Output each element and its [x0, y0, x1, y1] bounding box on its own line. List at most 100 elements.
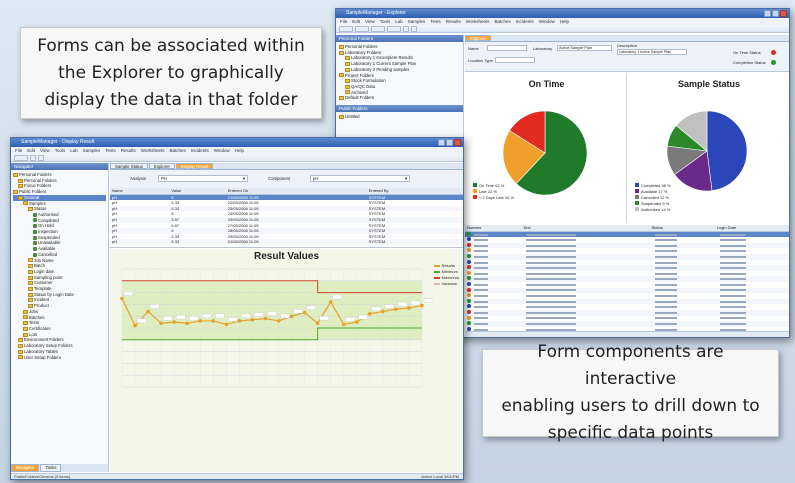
on-time-pie[interactable]: On Time 62 %Late 22 %< 2 Days Late 16 %: [467, 91, 627, 221]
cell-placeholder: [719, 278, 746, 281]
menu-item[interactable]: Incidents: [516, 18, 534, 25]
data-label: [358, 314, 368, 320]
data-point[interactable]: [159, 321, 163, 326]
tree-item-label: Laboratory Setup Folders: [24, 343, 73, 349]
data-point[interactable]: [302, 310, 307, 315]
data-point[interactable]: [407, 306, 411, 310]
data-point[interactable]: [250, 317, 255, 322]
component-select[interactable]: pH ▼: [310, 175, 410, 182]
menu-item[interactable]: View: [40, 147, 50, 154]
data-point[interactable]: [315, 321, 320, 326]
toolbar-button[interactable]: [38, 155, 44, 161]
tree-item-label: Batches: [29, 314, 45, 320]
toolbar-button[interactable]: [371, 26, 385, 32]
sample-status-chart[interactable]: Sample Status Completed 48 % Available 17…: [629, 73, 789, 223]
tree-item[interactable]: Untitled: [339, 114, 460, 120]
data-point[interactable]: [263, 316, 268, 321]
toolbar-button[interactable]: [387, 26, 401, 32]
name-field[interactable]: [487, 45, 527, 51]
menu-item[interactable]: Worksheets: [141, 147, 165, 154]
description-field[interactable]: Laboratory 1 Active Sample Plan: [617, 49, 687, 55]
explorer-title-bar[interactable]: SampleManager - Explorer: [336, 9, 789, 18]
result-values-plot[interactable]: [110, 261, 464, 411]
data-point[interactable]: [133, 323, 137, 328]
tab-sample-status[interactable]: Sample Status: [110, 163, 148, 169]
menu-item[interactable]: Window: [539, 18, 555, 25]
menu-item[interactable]: Help: [235, 147, 244, 154]
menu-item[interactable]: Lab: [70, 147, 78, 154]
toolbar-button[interactable]: [411, 26, 417, 32]
menu-item[interactable]: Results: [121, 147, 136, 154]
data-point[interactable]: [420, 303, 424, 308]
toolbar-button[interactable]: [14, 155, 28, 161]
menu-item[interactable]: Tests: [430, 18, 441, 25]
maximize-button[interactable]: [772, 10, 779, 17]
data-point[interactable]: [237, 319, 242, 323]
menu-item[interactable]: Batches: [494, 18, 510, 25]
tab-display-result[interactable]: Display Result: [175, 163, 214, 169]
data-point[interactable]: [224, 322, 229, 327]
menu-item[interactable]: Tools: [55, 147, 66, 154]
menu-item[interactable]: File: [15, 147, 22, 154]
menu-item[interactable]: File: [340, 18, 347, 25]
close-button[interactable]: [454, 139, 461, 146]
location-type-select[interactable]: [495, 57, 535, 63]
data-point[interactable]: [172, 320, 176, 324]
minimize-button[interactable]: [438, 139, 445, 146]
sample-status-slice[interactable]: [706, 110, 748, 192]
data-point[interactable]: [394, 307, 398, 311]
data-point[interactable]: [341, 322, 346, 327]
analysis-select[interactable]: PH ▼: [158, 175, 248, 182]
menu-item[interactable]: Tools: [380, 18, 391, 25]
menu-item[interactable]: Worksheets: [466, 18, 490, 25]
toolbar-button[interactable]: [355, 26, 369, 32]
tab-explorer[interactable]: Explorer: [465, 35, 492, 41]
menu-item[interactable]: View: [365, 18, 375, 25]
toolbar-button[interactable]: [403, 26, 409, 32]
data-point[interactable]: [185, 321, 190, 326]
menu-item[interactable]: Lab: [395, 18, 403, 25]
tree-item[interactable]: Default Folders: [339, 95, 460, 101]
data-point[interactable]: [368, 312, 372, 316]
data-point[interactable]: [211, 319, 216, 323]
folder-icon: [18, 349, 23, 354]
data-point[interactable]: [289, 314, 294, 318]
toolbar-button[interactable]: [339, 26, 353, 32]
data-point[interactable]: [146, 309, 150, 314]
menu-item[interactable]: Incidents: [191, 147, 209, 154]
sample-status-pie[interactable]: Completed 48 %Available 17 %Cancelled 12…: [629, 91, 789, 221]
tab-tasks[interactable]: Tasks: [40, 464, 62, 472]
data-point[interactable]: [198, 319, 203, 323]
menu-item[interactable]: Edit: [352, 18, 360, 25]
data-point[interactable]: [328, 300, 333, 304]
tab-explorer[interactable]: Explorer: [148, 163, 175, 169]
result-values-chart[interactable]: Result Values Results Minimum Maximum Varia…: [110, 249, 463, 472]
legend-label: Available 17 %: [641, 189, 668, 194]
table-row[interactable]: pH 5.33 01/06/2008 11:05 SYSTEM: [110, 239, 463, 245]
toolbar-button[interactable]: [30, 155, 36, 161]
minimize-button[interactable]: [764, 10, 771, 17]
cell-placeholder: [474, 283, 488, 286]
legend-item: Variance: [433, 281, 459, 287]
menu-item[interactable]: Window: [214, 147, 230, 154]
menu-item[interactable]: Results: [446, 18, 461, 25]
main-title-bar[interactable]: SampleManager - Display Result: [11, 138, 463, 147]
close-button[interactable]: [780, 10, 787, 17]
laboratory-field[interactable]: Active Sample Plan: [557, 45, 612, 51]
maximize-button[interactable]: [446, 139, 453, 146]
data-point[interactable]: [381, 309, 385, 314]
data-point[interactable]: [120, 296, 124, 301]
tab-navigator[interactable]: Navigator: [11, 464, 40, 472]
menu-item[interactable]: Edit: [27, 147, 35, 154]
menu-item[interactable]: Samples: [83, 147, 101, 154]
data-point[interactable]: [276, 319, 281, 323]
menu-item[interactable]: Samples: [408, 18, 426, 25]
menu-item[interactable]: Tests: [105, 147, 116, 154]
on-time-chart[interactable]: On Time On Time 62 % Late 22 % < 2 Days La…: [467, 73, 627, 223]
data-point[interactable]: [354, 320, 359, 324]
menu-item[interactable]: Batches: [169, 147, 185, 154]
legend-swatch: [635, 183, 639, 187]
status-icon: [33, 229, 37, 234]
tree-item[interactable]: User Setup Folders: [13, 355, 106, 361]
menu-item[interactable]: Help: [560, 18, 569, 25]
